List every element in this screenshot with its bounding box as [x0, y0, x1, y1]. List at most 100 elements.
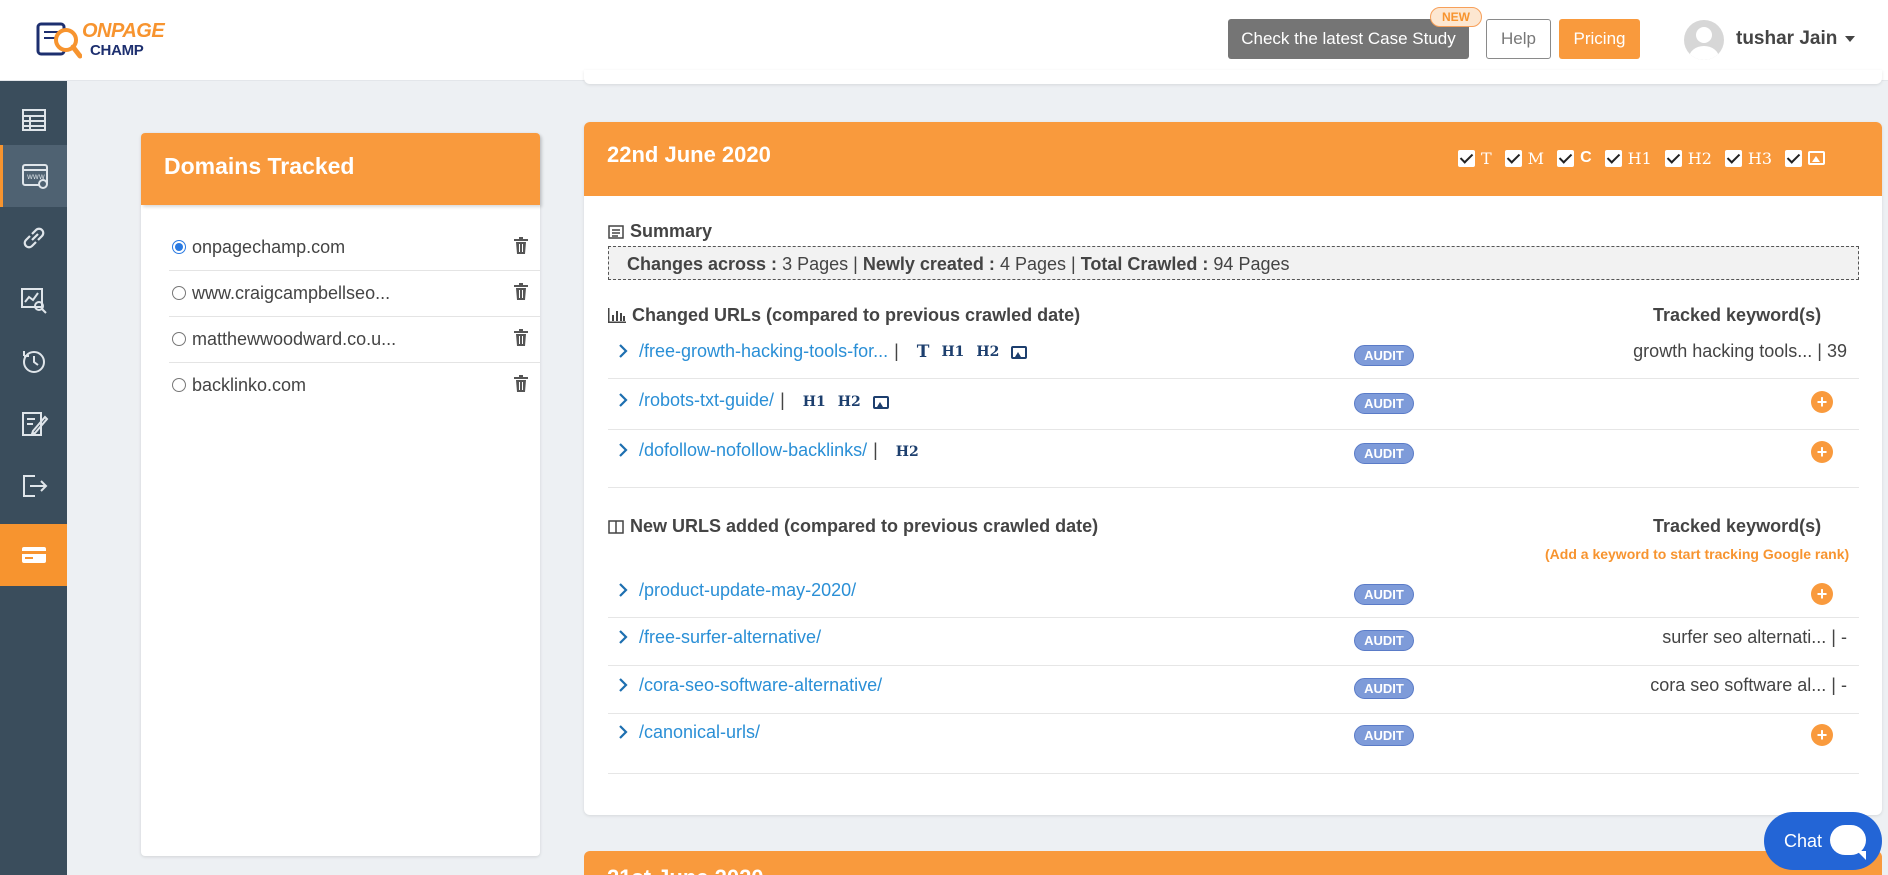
url-link[interactable]: /cora-seo-software-alternative/ — [639, 675, 882, 696]
previous-report-card — [584, 70, 1882, 84]
tracked-keywords-header: Tracked keyword(s) — [1653, 516, 1822, 536]
domain-radio[interactable] — [172, 332, 186, 346]
filter-checkbox[interactable] — [1504, 149, 1522, 167]
domain-radio[interactable] — [172, 378, 186, 392]
help-button[interactable]: Help — [1486, 19, 1551, 59]
domain-item[interactable]: backlinko.com — [169, 363, 540, 409]
filter-title[interactable]: T — [1458, 149, 1492, 168]
user-name[interactable]: tushar Jain — [1736, 28, 1837, 50]
image-icon — [872, 395, 889, 409]
url-link[interactable]: /canonical-urls/ — [639, 722, 760, 743]
trash-icon[interactable] — [514, 237, 528, 254]
user-avatar[interactable] — [1684, 20, 1724, 60]
changed-url-row: /free-growth-hacking-tools-for... | T H1 H2 … — [608, 341, 1859, 379]
new-url-row: /cora-seo-software-alternative/ AUDIT co… — [608, 675, 1859, 714]
audit-button[interactable]: AUDIT — [1354, 443, 1414, 464]
audit-button[interactable]: AUDIT — [1354, 630, 1414, 651]
url-link[interactable]: /free-surfer-alternative/ — [639, 627, 821, 648]
tag-h1: H1 — [941, 344, 965, 360]
audit-button[interactable]: AUDIT — [1354, 678, 1414, 699]
filter-checkbox[interactable] — [1724, 149, 1742, 167]
chevron-right-icon[interactable] — [617, 442, 629, 458]
new-urls-heading: New URLS added (compared to previous cra… — [608, 516, 1098, 537]
filter-checkbox[interactable] — [1557, 149, 1575, 167]
filter-image[interactable] — [1785, 149, 1826, 167]
add-keyword-button[interactable]: + — [1811, 441, 1833, 463]
summary-heading: Summary — [608, 221, 712, 242]
bar-chart-icon — [608, 308, 626, 323]
chat-widget-button[interactable]: Chat — [1764, 812, 1882, 870]
audit-button[interactable]: AUDIT — [1354, 345, 1414, 366]
url-link[interactable]: /product-update-may-2020/ — [639, 580, 856, 601]
filter-checkbox[interactable] — [1664, 149, 1682, 167]
domains-tracked-panel: Domains Tracked onpagechamp.com www.crai… — [141, 133, 540, 856]
filter-content[interactable]: C — [1557, 149, 1592, 167]
domain-item[interactable]: matthewwoodward.co.u... — [169, 317, 540, 363]
sidebar-item-analysis[interactable] — [0, 269, 67, 331]
sidebar-item-history[interactable] — [0, 331, 67, 393]
sidebar-item-editor[interactable] — [0, 393, 67, 455]
image-icon — [1011, 345, 1028, 359]
domain-item[interactable]: www.craigcampbellseo... — [169, 271, 540, 317]
domain-radio[interactable] — [172, 286, 186, 300]
domain-item[interactable]: onpagechamp.com — [169, 225, 540, 271]
domain-radio[interactable] — [172, 240, 186, 254]
sidebar-item-logout[interactable] — [0, 455, 67, 517]
sidebar-item-domains[interactable]: WWW — [0, 145, 67, 207]
domain-name[interactable]: matthewwoodward.co.u... — [192, 329, 396, 350]
onpagechamp-logo[interactable]: ONPAGE CHAMP — [36, 16, 166, 64]
domains-panel-title: Domains Tracked — [164, 153, 355, 179]
user-menu-caret-icon[interactable] — [1845, 36, 1855, 42]
domain-name[interactable]: backlinko.com — [192, 375, 306, 396]
trash-icon[interactable] — [514, 375, 528, 392]
chat-bubble-icon — [1830, 825, 1866, 860]
chevron-right-icon[interactable] — [617, 724, 629, 740]
changed-urls-heading: Changed URLs (compared to previous crawl… — [608, 305, 1080, 326]
add-keyword-button[interactable]: + — [1811, 724, 1833, 746]
filter-checkbox[interactable] — [1785, 149, 1803, 167]
case-study-button[interactable]: Check the latest Case Study — [1228, 19, 1469, 59]
chevron-right-icon[interactable] — [617, 582, 629, 598]
url-link[interactable]: /robots-txt-guide/| H1 H2 — [639, 390, 889, 411]
tracked-keyword[interactable]: surfer seo alternati... | - — [1662, 627, 1847, 648]
tracked-keyword[interactable]: growth hacking tools... | 39 — [1633, 341, 1847, 362]
url-link[interactable]: /dofollow-nofollow-backlinks/| H2 — [639, 440, 919, 461]
tag-h2: H2 — [976, 344, 1000, 360]
logo-magnifier-icon — [36, 22, 82, 59]
sidebar-nav: WWW — [0, 81, 67, 875]
filter-meta[interactable]: M — [1504, 149, 1544, 168]
columns-icon — [608, 519, 624, 534]
domain-name[interactable]: onpagechamp.com — [192, 237, 345, 258]
add-keyword-button[interactable]: + — [1811, 583, 1833, 605]
audit-button[interactable]: AUDIT — [1354, 725, 1414, 746]
trash-icon[interactable] — [514, 283, 528, 300]
domain-name[interactable]: www.craigcampbellseo... — [192, 283, 390, 304]
chevron-right-icon[interactable] — [617, 392, 629, 408]
new-url-row: /canonical-urls/ AUDIT + — [608, 722, 1859, 774]
filter-checkbox[interactable] — [1604, 149, 1622, 167]
url-link[interactable]: /free-growth-hacking-tools-for... | T H1 H2 — [639, 341, 1028, 362]
pricing-button[interactable]: Pricing — [1559, 19, 1640, 59]
logo-wordmark-top: ONPAGE — [82, 20, 165, 42]
sidebar-item-dashboard[interactable] — [0, 89, 67, 151]
audit-button[interactable]: AUDIT — [1354, 393, 1414, 414]
tag-h2: H2 — [895, 444, 919, 460]
filter-h2[interactable]: H2 — [1664, 149, 1712, 168]
summary-box: Changes across : 3 Pages | Newly created… — [608, 246, 1859, 280]
image-icon — [1808, 151, 1826, 165]
filter-h3[interactable]: H3 — [1724, 149, 1772, 168]
sidebar-item-billing[interactable] — [0, 524, 67, 586]
sidebar-item-links[interactable] — [0, 207, 67, 269]
audit-button[interactable]: AUDIT — [1354, 584, 1414, 605]
trash-icon[interactable] — [514, 329, 528, 346]
filter-checkbox[interactable] — [1458, 149, 1475, 167]
link-icon — [23, 227, 44, 249]
chevron-right-icon[interactable] — [617, 677, 629, 693]
chart-search-icon — [20, 288, 47, 314]
chevron-right-icon[interactable] — [617, 343, 629, 359]
filter-h1[interactable]: H1 — [1604, 149, 1652, 168]
chevron-right-icon[interactable] — [617, 629, 629, 645]
add-keyword-button[interactable]: + — [1811, 391, 1833, 413]
tracked-keyword[interactable]: cora seo software al... | - — [1650, 675, 1847, 696]
browser-www-icon: WWW — [22, 164, 48, 189]
